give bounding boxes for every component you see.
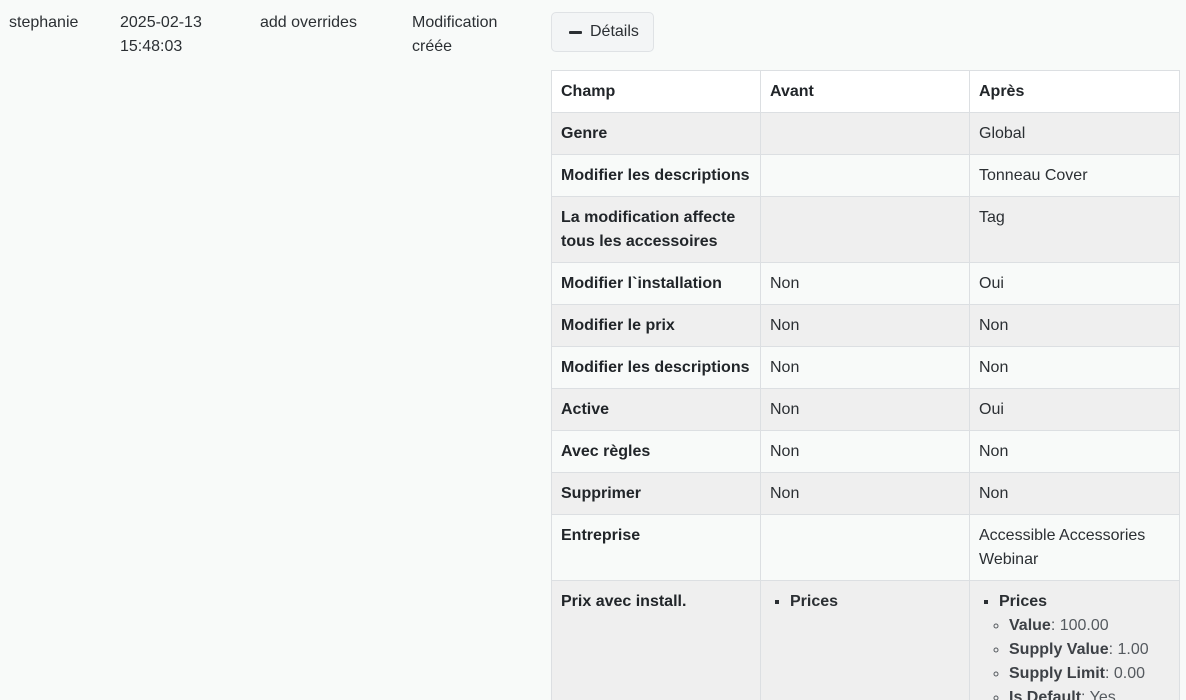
table-row: Active Non Oui	[551, 388, 1180, 431]
row-after-prices: Prices Value: 100.00 Supply Value: 1.00 …	[969, 580, 1180, 700]
changes-table: Champ Avant Après Genre Global Modifier …	[551, 70, 1180, 700]
price-attr-value: Yes	[1089, 689, 1116, 700]
header-apres: Après	[969, 70, 1180, 113]
table-row: La modification affecte tous les accesso…	[551, 196, 1180, 263]
price-attr-key: Value	[1009, 617, 1051, 634]
after-prices-sublist: Value: 100.00 Supply Value: 1.00 Supply …	[999, 614, 1170, 700]
row-field: Supprimer	[551, 472, 761, 515]
price-attr-value: 0.00	[1113, 665, 1146, 682]
row-field: Modifier les descriptions	[551, 154, 761, 197]
row-after: Tonneau Cover	[969, 154, 1180, 197]
row-before	[760, 112, 970, 155]
price-attr-key: Supply Value	[1009, 641, 1109, 658]
table-header-row: Champ Avant Après	[551, 70, 1180, 113]
entry-date: 2025-02-13	[120, 14, 202, 31]
row-field: Genre	[551, 112, 761, 155]
price-attr-item: Supply Value: 1.00	[1009, 638, 1170, 662]
row-before	[760, 514, 970, 581]
row-after: Accessible Accessories Webinar	[969, 514, 1180, 581]
entry-user: stephanie	[9, 14, 79, 31]
row-field: Entreprise	[551, 514, 761, 581]
table-row: Modifier les descriptions Tonneau Cover	[551, 154, 1180, 197]
row-field: Active	[551, 388, 761, 431]
row-after: Non	[969, 472, 1180, 515]
row-before: Non	[760, 346, 970, 389]
row-after: Tag	[969, 196, 1180, 263]
row-field: Modifier l`installation	[551, 262, 761, 305]
entry-datetime: 2025-02-13 15:48:03	[120, 11, 230, 59]
entry-type-line1: Modification	[412, 14, 498, 31]
row-field: Modifier le prix	[551, 304, 761, 347]
table-row-prices: Prix avec install. Prices Prices Value: …	[551, 580, 1180, 700]
row-field: Modifier les descriptions	[551, 346, 761, 389]
after-prices-list: Prices Value: 100.00 Supply Value: 1.00 …	[979, 590, 1170, 700]
table-row: Modifier les descriptions Non Non	[551, 346, 1180, 389]
table-row: Entreprise Accessible Accessories Webina…	[551, 514, 1180, 581]
row-before	[760, 196, 970, 263]
row-after: Non	[969, 304, 1180, 347]
header-avant: Avant	[760, 70, 970, 113]
price-attr-value: 1.00	[1117, 641, 1149, 658]
after-prices-heading: Prices	[999, 593, 1048, 610]
after-prices-item: Prices Value: 100.00 Supply Value: 1.00 …	[999, 590, 1170, 700]
row-before: Non	[760, 388, 970, 431]
table-row: Genre Global	[551, 112, 1180, 155]
row-before: Non	[760, 304, 970, 347]
entry-message: add overrides	[260, 14, 357, 31]
table-row: Modifier l`installation Non Oui	[551, 262, 1180, 305]
row-after: Global	[969, 112, 1180, 155]
row-field: Avec règles	[551, 430, 761, 473]
row-before	[760, 154, 970, 197]
row-before: Non	[760, 430, 970, 473]
header-champ: Champ	[551, 70, 761, 113]
row-before: Non	[760, 472, 970, 515]
history-entry: stephanie 2025-02-13 15:48:03 add overri…	[0, 0, 1186, 700]
details-button-label: Détails	[590, 23, 639, 40]
entry-time: 15:48:03	[120, 38, 183, 55]
row-after: Non	[969, 346, 1180, 389]
row-after: Non	[969, 430, 1180, 473]
row-before-prices: Prices	[760, 580, 970, 700]
before-prices-heading: Prices	[790, 590, 960, 614]
before-prices-list: Prices	[770, 590, 960, 614]
minus-icon	[569, 30, 582, 34]
price-attr-item: Value: 100.00	[1009, 614, 1170, 638]
table-row: Modifier le prix Non Non	[551, 304, 1180, 347]
row-before: Non	[760, 262, 970, 305]
price-attr-key: Is Default	[1009, 689, 1082, 700]
row-after: Oui	[969, 388, 1180, 431]
entry-type-line2: créée	[412, 38, 453, 55]
row-field: La modification affecte tous les accesso…	[551, 196, 761, 263]
price-attr-value: 100.00	[1059, 617, 1109, 634]
price-attr-item: Supply Limit: 0.00	[1009, 662, 1170, 686]
table-row: Supprimer Non Non	[551, 472, 1180, 515]
entry-type: Modification créée	[412, 11, 532, 59]
price-attr-key: Supply Limit	[1009, 665, 1105, 682]
price-attr-item: Is Default: Yes	[1009, 686, 1170, 700]
row-after: Oui	[969, 262, 1180, 305]
row-field: Prix avec install.	[551, 580, 761, 700]
table-row: Avec règles Non Non	[551, 430, 1180, 473]
details-toggle-button[interactable]: Détails	[551, 12, 654, 52]
